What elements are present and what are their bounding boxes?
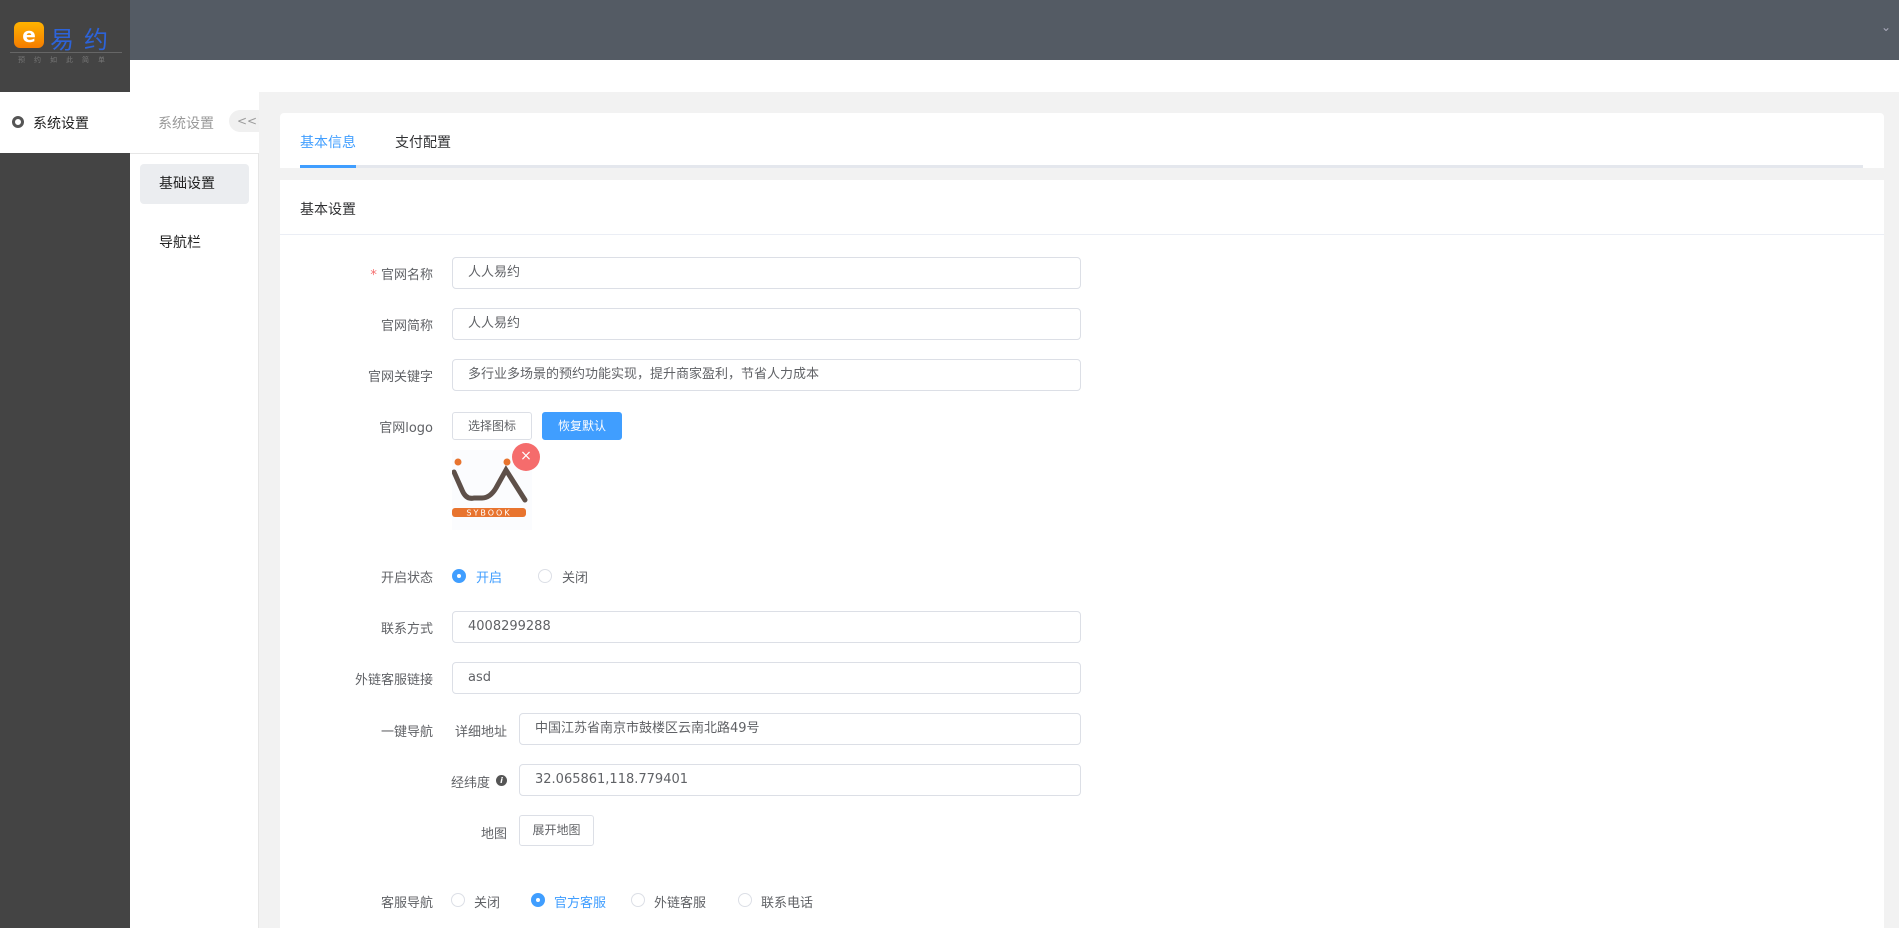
navigation-label: 一键导航	[380, 725, 433, 740]
service-option-off[interactable]: 关闭	[474, 892, 500, 911]
sidebar-item-system-settings[interactable]: 系统设置 系统设置	[0, 92, 259, 153]
latlng-input[interactable]: 32.065861,118.779401	[519, 764, 1081, 796]
collapse-button[interactable]: <<	[229, 110, 259, 132]
subnav-item-navbar[interactable]: 导航栏	[140, 223, 249, 263]
info-icon[interactable]: i	[496, 775, 507, 786]
service-link-input[interactable]: asd	[452, 662, 1081, 694]
status-label: 开启状态	[380, 571, 433, 586]
brand-slogan: 预约如此简单	[10, 52, 122, 65]
address-label: 详细地址	[454, 725, 507, 740]
service-option-external[interactable]: 外链客服	[654, 892, 706, 911]
contact-input[interactable]: 4008299288	[452, 611, 1081, 643]
status-option-on[interactable]: 开启	[476, 567, 502, 586]
tab-payment-config[interactable]: 支付配置	[395, 132, 451, 152]
brand-name: 易约	[50, 26, 118, 54]
site-short-label: 官网简称	[380, 319, 433, 334]
site-short-input[interactable]: 人人易约	[452, 308, 1081, 340]
address-input[interactable]: 中国江苏省南京市鼓楼区云南北路49号	[519, 713, 1081, 745]
tab-divider	[300, 165, 1863, 168]
status-radio-off[interactable]	[538, 569, 552, 583]
service-nav-label: 客服导航	[380, 896, 433, 911]
service-radio-external[interactable]	[631, 893, 645, 907]
service-option-phone[interactable]: 联系电话	[761, 892, 813, 911]
logo-label: 官网logo	[379, 421, 433, 436]
subnav-title: 系统设置	[158, 116, 214, 132]
chevron-down-icon[interactable]: ⌄	[1881, 20, 1891, 34]
status-radio-on[interactable]	[452, 569, 466, 583]
keywords-label: 官网关键字	[367, 370, 433, 385]
tab-active-indicator	[300, 165, 356, 168]
service-radio-official[interactable]	[531, 893, 545, 907]
service-option-official[interactable]: 官方客服	[554, 892, 606, 911]
expand-map-button[interactable]: 展开地图	[519, 815, 594, 846]
svg-text:SYBOOK: SYBOOK	[466, 509, 511, 518]
site-name-input[interactable]: 人人易约	[452, 257, 1081, 289]
sidebar-item-label: 系统设置	[33, 116, 89, 132]
restore-default-button[interactable]: 恢复默认	[542, 412, 622, 440]
status-option-off[interactable]: 关闭	[562, 567, 588, 586]
subnav-item-basic[interactable]: 基础设置	[140, 164, 249, 204]
service-radio-off[interactable]	[451, 893, 465, 907]
tab-bar: 基本信息 支付配置	[280, 113, 1884, 168]
latlng-label: 经纬度	[450, 776, 490, 791]
logo-mark: e	[14, 22, 44, 48]
top-header: ⌄	[130, 0, 1899, 60]
service-link-label: 外链客服链接	[354, 673, 433, 688]
site-name-label: * 官网名称	[370, 268, 433, 283]
section-title: 基本设置	[300, 202, 356, 218]
card-header: 基本设置	[280, 180, 1884, 235]
brand-logo: e 易约 预约如此简单	[0, 0, 130, 92]
choose-icon-button[interactable]: 选择图标	[452, 412, 532, 440]
remove-logo-icon[interactable]: ×	[512, 443, 540, 471]
keywords-input[interactable]: 多行业多场景的预约功能实现，提升商家盈利，节省人力成本	[452, 359, 1081, 391]
map-label: 地图	[480, 827, 507, 842]
header-strip	[130, 60, 1899, 92]
gear-icon	[12, 116, 24, 128]
sub-nav: 基础设置 导航栏	[130, 153, 259, 928]
service-radio-phone[interactable]	[738, 893, 752, 907]
tab-basic-info[interactable]: 基本信息	[300, 132, 356, 152]
contact-label: 联系方式	[380, 622, 433, 637]
